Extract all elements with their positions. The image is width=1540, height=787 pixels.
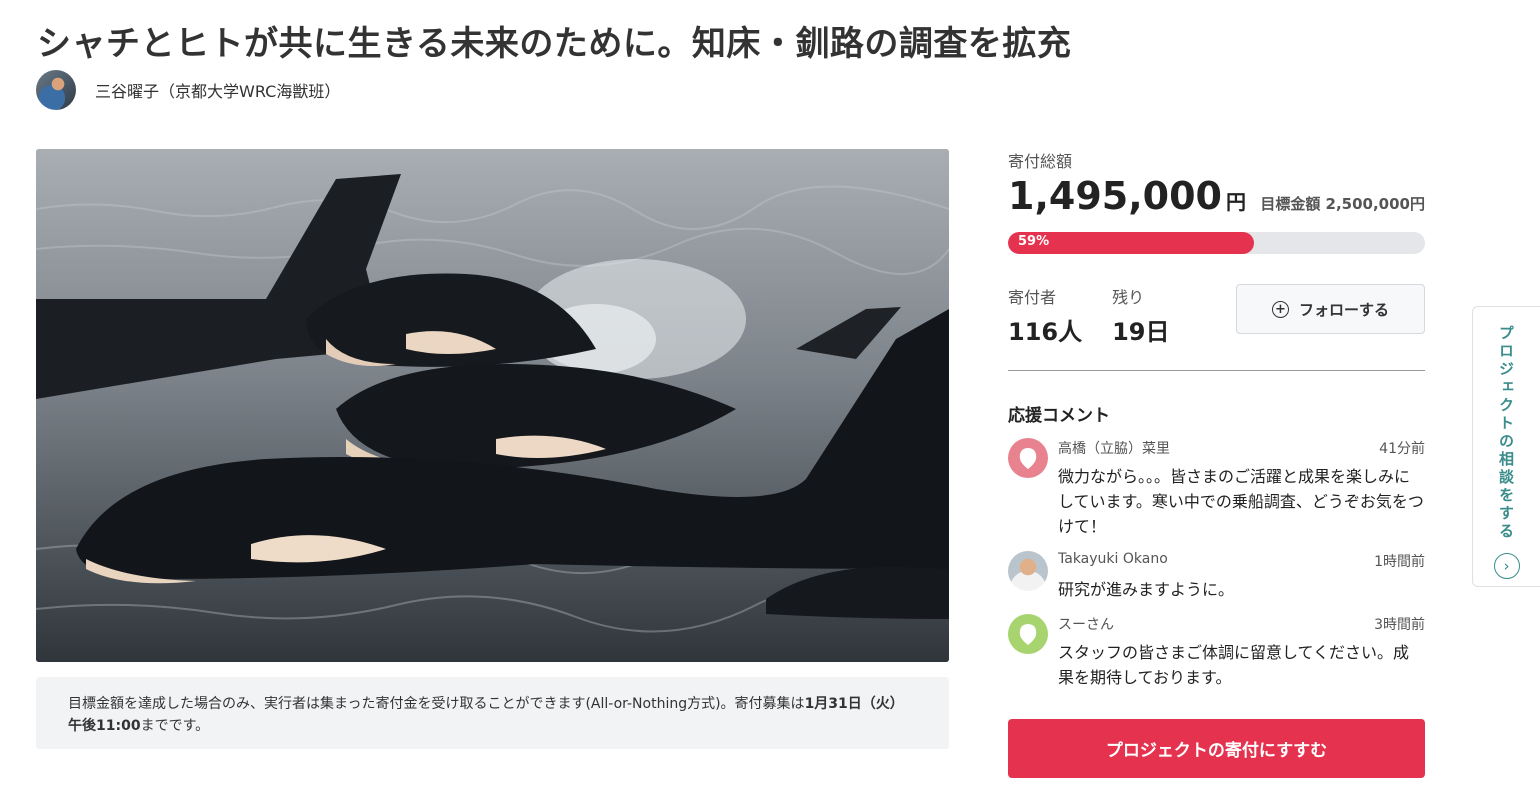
default-avatar-icon xyxy=(1019,448,1037,469)
comment-head: Takayuki Okano 1時間前 xyxy=(1058,551,1425,571)
donors-label: 寄付者 xyxy=(1008,288,1057,307)
project-hero-image xyxy=(36,149,949,662)
comment-item: スーさん 3時間前 スタッフの皆さまご体調に留意してください。成果を期待しており… xyxy=(1008,614,1425,690)
comment-avatar[interactable] xyxy=(1008,551,1048,591)
comment-time: 3時間前 xyxy=(1374,617,1425,633)
stats-row: 寄付者 116人 残り 19日 + フォローする xyxy=(1008,284,1425,347)
consult-label: プロジェクトの相談をする xyxy=(1497,325,1515,541)
total-amount-wrap: 1,495,000 円 xyxy=(1008,174,1246,218)
consult-tab[interactable]: プロジェクトの相談をする › xyxy=(1472,306,1540,587)
author[interactable]: 三谷曜子（京都大学WRC海獣班） xyxy=(36,70,340,110)
goal-amount: 目標金額 2,500,000円 xyxy=(1260,195,1425,213)
project-title: シャチとヒトが共に生きる未来のために。知床・釧路の調査を拡充 xyxy=(37,24,1072,64)
chevron-right-circle-icon: › xyxy=(1493,553,1520,579)
comment-time: 1時間前 xyxy=(1374,554,1425,570)
default-avatar-icon xyxy=(1019,624,1037,645)
comments-title: 応援コメント xyxy=(1008,406,1110,426)
remaining-value: 19日 xyxy=(1112,318,1170,346)
comment-author[interactable]: 高橋（立脇）菜里 xyxy=(1058,438,1170,458)
remaining-label: 残り xyxy=(1112,288,1145,307)
author-name[interactable]: 三谷曜子（京都大学WRC海獣班） xyxy=(95,78,340,102)
progress-percent: 59% xyxy=(1018,234,1050,249)
comment-author[interactable]: Takayuki Okano xyxy=(1058,551,1168,571)
orca-photo xyxy=(36,149,949,662)
follow-label: フォローする xyxy=(1298,300,1389,319)
comment-head: スーさん 3時間前 xyxy=(1058,614,1425,634)
author-avatar[interactable] xyxy=(36,70,76,110)
remaining-stat: 残り 19日 xyxy=(1112,284,1169,347)
comment-item: 高橋（立脇）菜里 41分前 微力ながら。。。皆さまのご活躍と成果を楽しみにしてい… xyxy=(1008,438,1425,539)
comment-time: 41分前 xyxy=(1379,441,1425,457)
all-or-nothing-notice: 目標金額を達成した場合のみ、実行者は集まった寄付金を受け取ることができます(Al… xyxy=(36,677,949,749)
comment-text: 微力ながら。。。皆さまのご活躍と成果を楽しみにしています。寒い中での乗船調査、ど… xyxy=(1058,467,1424,536)
comment-item: Takayuki Okano 1時間前 研究が進みますように。 xyxy=(1008,551,1425,602)
donate-button[interactable]: プロジェクトの寄付にすすむ xyxy=(1008,719,1425,778)
comment-author[interactable]: スーさん xyxy=(1058,614,1114,634)
comment-body: Takayuki Okano 1時間前 研究が進みますように。 xyxy=(1058,551,1425,602)
total-currency: 円 xyxy=(1225,190,1246,214)
notice-prefix: 目標金額を達成した場合のみ、実行者は集まった寄付金を受け取ることができます(Al… xyxy=(68,696,805,712)
total-label: 寄付総額 xyxy=(1008,152,1073,171)
donors-value: 116人 xyxy=(1008,318,1083,346)
follow-button[interactable]: + フォローする xyxy=(1236,284,1425,334)
comment-text: スタッフの皆さまご体調に留意してください。成果を期待しております。 xyxy=(1058,643,1410,687)
comment-body: 高橋（立脇）菜里 41分前 微力ながら。。。皆さまのご活躍と成果を楽しみにしてい… xyxy=(1058,438,1425,539)
total-amount: 1,495,000 xyxy=(1008,174,1222,218)
donors-stat: 寄付者 116人 xyxy=(1008,284,1082,347)
comment-avatar[interactable] xyxy=(1008,614,1048,654)
comment-head: 高橋（立脇）菜里 41分前 xyxy=(1058,438,1425,458)
total-row: 1,495,000 円 目標金額 2,500,000円 xyxy=(1008,174,1425,218)
notice-suffix: までです。 xyxy=(140,718,210,734)
divider xyxy=(1008,370,1425,371)
comment-body: スーさん 3時間前 スタッフの皆さまご体調に留意してください。成果を期待しており… xyxy=(1058,614,1425,690)
comment-text: 研究が進みますように。 xyxy=(1058,580,1235,599)
progress-bar: 59% xyxy=(1008,232,1425,254)
funding-panel: 寄付総額 1,495,000 円 目標金額 2,500,000円 59% 寄付者 … xyxy=(1008,148,1425,690)
comment-avatar[interactable] xyxy=(1008,438,1048,478)
plus-circle-icon: + xyxy=(1271,300,1289,318)
